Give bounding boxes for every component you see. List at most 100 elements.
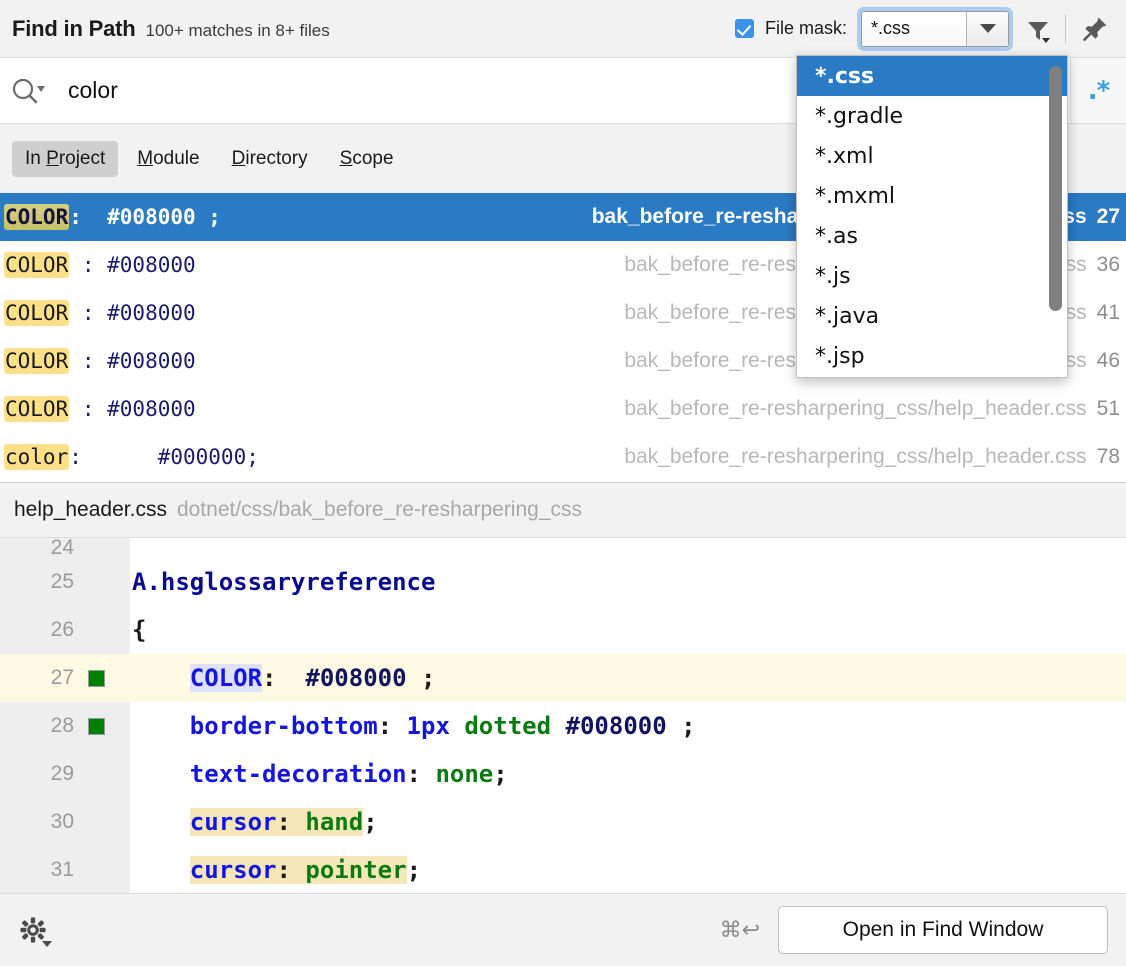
- result-match-text: COLOR : #008000: [4, 397, 196, 421]
- result-line-number: 46: [1097, 349, 1120, 373]
- result-match-text: COLOR : #008000: [4, 301, 196, 325]
- result-match-text: color: #000000;: [4, 445, 259, 469]
- code-line-number: 24: [0, 538, 74, 558]
- page-title: Find in Path: [12, 16, 135, 42]
- code-token: [132, 760, 190, 788]
- code-gutter[interactable]: 26: [0, 606, 130, 654]
- code-token: ;: [407, 664, 436, 692]
- file-mask-option[interactable]: *.java: [797, 296, 1067, 336]
- code-token: :: [277, 856, 306, 884]
- code-gutter[interactable]: 30: [0, 798, 130, 846]
- code-token: [132, 856, 190, 884]
- code-gutter[interactable]: 27: [0, 654, 130, 702]
- code-token: [132, 808, 190, 836]
- result-match-highlight: color: [4, 444, 69, 470]
- tab-module[interactable]: Module: [124, 141, 212, 177]
- chevron-down-icon: [37, 86, 45, 92]
- pin-button[interactable]: [1072, 0, 1118, 57]
- tab-in-project[interactable]: In Project: [12, 141, 118, 177]
- code-gutter[interactable]: 25: [0, 558, 130, 606]
- code-gutter[interactable]: 31: [0, 846, 130, 893]
- result-file-path: bak_before_re-resharpering_css/help_head…: [624, 397, 1086, 421]
- color-swatch-icon[interactable]: [88, 718, 105, 735]
- code-token: :: [262, 664, 305, 692]
- find-in-path-dialog: Find in Path 100+ matches in 8+ files Fi…: [0, 0, 1126, 966]
- file-mask-option-list[interactable]: *.css*.gradle*.xml*.mxml*.as*.js*.java*.…: [797, 56, 1067, 376]
- code-line-number: 28: [0, 714, 74, 738]
- code-line[interactable]: 24: [0, 538, 1126, 558]
- code-token: COLOR: [190, 664, 262, 692]
- file-mask-value[interactable]: *.css: [862, 12, 966, 46]
- file-mask-dropdown-button[interactable]: [966, 12, 1008, 46]
- dropdown-scrollbar-thumb[interactable]: [1049, 66, 1062, 311]
- code-line[interactable]: 30 cursor: hand;: [0, 798, 1126, 846]
- code-preview[interactable]: 2425A.hsglossaryreference26{27 COLOR: #0…: [0, 538, 1126, 893]
- dialog-header: Find in Path 100+ matches in 8+ files Fi…: [0, 0, 1126, 57]
- code-line[interactable]: 29 text-decoration: none;: [0, 750, 1126, 798]
- filter-funnel-icon: [1025, 18, 1047, 40]
- code-gutter[interactable]: 28: [0, 702, 130, 750]
- file-mask-option[interactable]: *.gradle: [797, 96, 1067, 136]
- file-mask-combo-focus-ring: *.css: [857, 7, 1013, 51]
- code-token: cursor: [190, 856, 277, 884]
- file-mask-option[interactable]: *.js: [797, 256, 1067, 296]
- file-mask-combo[interactable]: *.css: [861, 11, 1009, 47]
- file-mask-option[interactable]: *.jsp: [797, 336, 1067, 376]
- code-line-text: text-decoration: none;: [130, 760, 508, 788]
- result-match-highlight: COLOR: [4, 204, 69, 230]
- code-gutter[interactable]: 29: [0, 750, 130, 798]
- result-row[interactable]: color: #000000;bak_before_re-resharperin…: [0, 433, 1126, 481]
- settings-button[interactable]: [16, 913, 50, 947]
- code-line-text: border-bottom: 1px dotted #008000 ;: [130, 712, 696, 740]
- open-in-find-window-button[interactable]: Open in Find Window: [778, 906, 1108, 954]
- code-token: :: [378, 712, 407, 740]
- code-token: :: [407, 760, 436, 788]
- color-swatch-icon[interactable]: [88, 670, 105, 687]
- result-match-text: COLOR : #008000: [4, 253, 196, 277]
- regex-icon: .*: [1088, 78, 1109, 104]
- result-line-number: 78: [1097, 445, 1120, 469]
- header-controls: File mask: *.css: [735, 0, 1126, 57]
- code-token: 1px: [407, 712, 450, 740]
- result-match-text: COLOR: #008000 ;: [4, 205, 221, 229]
- tab-directory[interactable]: Directory: [219, 141, 321, 177]
- code-line[interactable]: 26{: [0, 606, 1126, 654]
- filter-button[interactable]: [1013, 0, 1059, 57]
- code-line-text: cursor: hand;: [130, 808, 378, 836]
- search-icon-group[interactable]: [0, 76, 52, 106]
- file-mask-checkbox[interactable]: [735, 19, 754, 38]
- result-line-number: 27: [1097, 205, 1120, 229]
- code-line[interactable]: 31 cursor: pointer;: [0, 846, 1126, 893]
- bottom-toolbar: ⌘↩ Open in Find Window: [0, 893, 1126, 966]
- code-line-number: 27: [0, 666, 74, 690]
- code-token: ;: [667, 712, 696, 740]
- match-summary: 100+ matches in 8+ files: [145, 21, 329, 41]
- toolbar-separator: [1065, 14, 1066, 44]
- preview-file-path: dotnet/css/bak_before_re-resharpering_cs…: [177, 498, 582, 522]
- code-line[interactable]: 27 COLOR: #008000 ;: [0, 654, 1126, 702]
- file-mask-option[interactable]: *.xml: [797, 136, 1067, 176]
- code-line[interactable]: 25A.hsglossaryreference: [0, 558, 1126, 606]
- code-token: pointer: [305, 856, 406, 884]
- code-gutter[interactable]: 24: [0, 538, 130, 558]
- result-row[interactable]: COLOR : #008000 bak_before_re-resharperin…: [0, 385, 1126, 433]
- code-token: [132, 712, 190, 740]
- code-line[interactable]: 28 border-bottom: 1px dotted #008000 ;: [0, 702, 1126, 750]
- code-line-text: cursor: pointer;: [130, 856, 421, 884]
- code-token: A.hsglossaryreference: [132, 568, 435, 596]
- file-mask-option[interactable]: *.css: [797, 56, 1067, 96]
- dropdown-scrollbar[interactable]: [1049, 62, 1062, 373]
- file-mask-dropdown-popup[interactable]: *.css*.gradle*.xml*.mxml*.as*.js*.java*.…: [796, 55, 1068, 378]
- regex-toggle-button[interactable]: .*: [1070, 58, 1126, 123]
- pin-icon: [1081, 15, 1109, 43]
- file-mask-option[interactable]: *.mxml: [797, 176, 1067, 216]
- keyboard-shortcut-hint: ⌘↩: [720, 918, 760, 943]
- result-line-number: 41: [1097, 301, 1120, 325]
- result-match-text: COLOR : #008000: [4, 349, 196, 373]
- code-token: [450, 712, 464, 740]
- preview-file-name: help_header.css: [14, 498, 167, 522]
- tab-scope[interactable]: Scope: [327, 141, 407, 177]
- file-mask-option[interactable]: *.as: [797, 216, 1067, 256]
- result-match-highlight: COLOR: [4, 396, 69, 422]
- code-token: :: [277, 808, 306, 836]
